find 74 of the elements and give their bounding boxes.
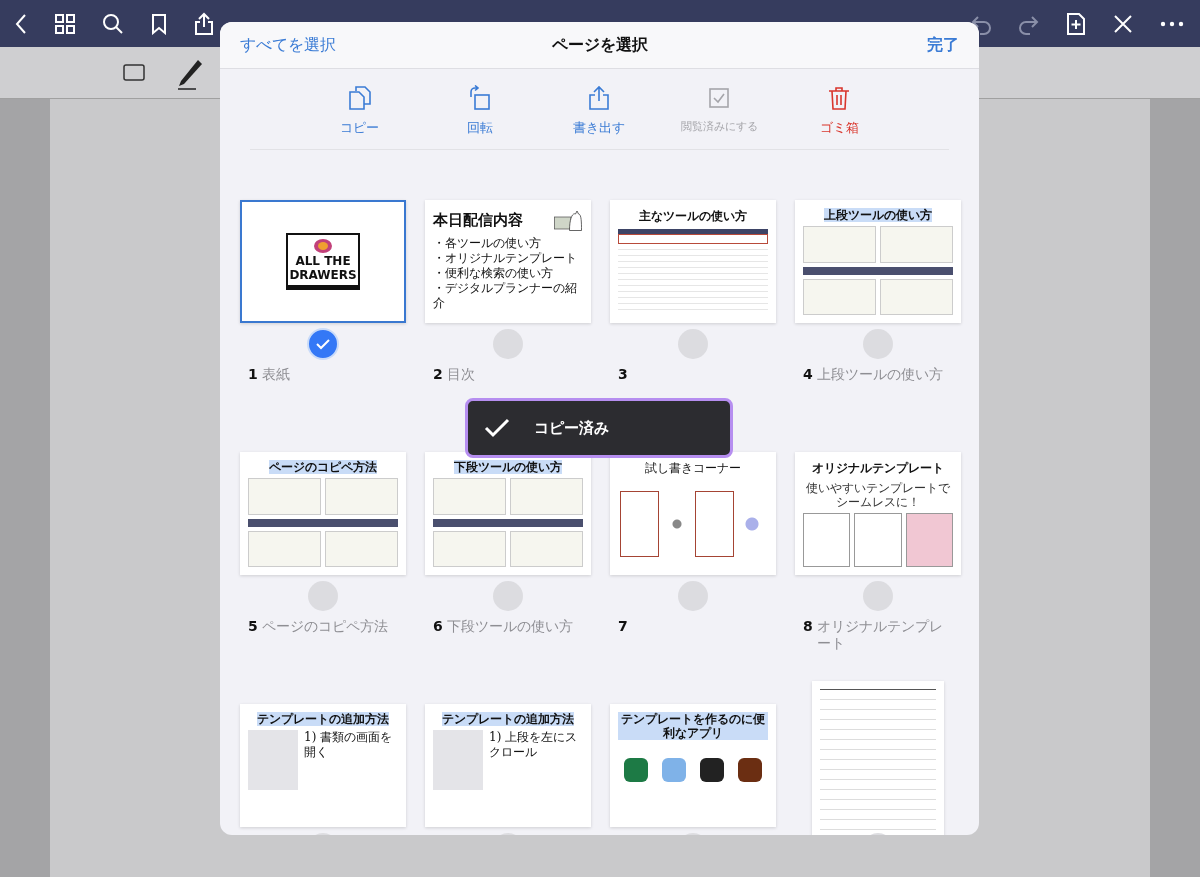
- page-number: 4: [803, 366, 813, 383]
- thumbnail-title: オリジナルテンプレート: [812, 460, 944, 477]
- page-number: 3: [618, 366, 628, 383]
- page-thumbnail[interactable]: ALL THE DRAWERS: [240, 200, 406, 323]
- thumbnail-title: 本日配信内容: [433, 210, 523, 230]
- sheet-title: ページを選択: [551, 34, 648, 56]
- page-thumbnail[interactable]: 下段ツールの使い方: [425, 452, 591, 575]
- page-label: 上段ツールの使い方: [816, 366, 944, 383]
- search-icon[interactable]: [102, 12, 124, 35]
- add-page-icon[interactable]: [1066, 11, 1086, 36]
- page-label: 下段ツールの使い方: [446, 618, 574, 635]
- app-icon: [700, 758, 724, 782]
- page-number: 8: [803, 618, 813, 635]
- screenshot-drawing: [248, 730, 298, 790]
- done-button[interactable]: 完了: [927, 34, 959, 56]
- close-icon[interactable]: [1112, 12, 1134, 35]
- app-icon: [662, 758, 686, 782]
- export-icon: [587, 85, 612, 111]
- page-number: 2: [433, 366, 443, 383]
- page-label: 目次: [446, 366, 476, 383]
- page-thumbnail[interactable]: 試し書きコーナー: [610, 452, 776, 575]
- page-thumbnail[interactable]: テンプレートの追加方法 1) 書類の画面を開く: [240, 704, 406, 827]
- trash-icon: [827, 85, 852, 111]
- thumbnail-title: 上段ツールの使い方: [824, 208, 932, 222]
- thumbnail-title: テンプレートの追加方法: [442, 712, 574, 726]
- page-thumbnail[interactable]: オリジナルテンプレート 使いやすいテンプレートでシームレスに！: [795, 452, 961, 575]
- back-icon[interactable]: [14, 12, 28, 35]
- app-icon: [738, 758, 762, 782]
- page-label: 表紙: [261, 366, 291, 383]
- selected-check-icon[interactable]: [307, 328, 339, 360]
- thumbnail-title: ページのコピペ方法: [269, 460, 377, 474]
- thumbnail-text: ・デジタルプランナーの紹介: [433, 281, 578, 311]
- page-thumbnail[interactable]: 主なツールの使い方: [610, 200, 776, 323]
- check-icon: [484, 418, 510, 438]
- page-label: オリジナルテンプレート: [816, 618, 944, 652]
- app-icon: [624, 758, 648, 782]
- bookmark-icon[interactable]: [150, 12, 168, 35]
- thumbnail-text: 1) 書類の画面を開く: [304, 730, 394, 761]
- thumbnail-text: 使いやすいテンプレートでシームレスに！: [805, 481, 951, 509]
- page-thumbnail[interactable]: ページのコピペ方法: [240, 452, 406, 575]
- trash-button[interactable]: ゴミ箱: [779, 85, 899, 137]
- select-all-button[interactable]: すべてを選択: [240, 34, 336, 56]
- thumbnail-text: ・各ツールの使い方: [433, 236, 542, 251]
- page-thumbnail[interactable]: テンプレートの追加方法 1) 上段を左にスクロール: [425, 704, 591, 827]
- page-thumbnail[interactable]: テンプレートを作るのに便利なアプリ: [610, 704, 776, 827]
- page-number: 1: [248, 366, 258, 383]
- thumbnail-title: 試し書きコーナー: [645, 460, 741, 477]
- copy-button[interactable]: コピー: [300, 85, 420, 137]
- page-label: ページのコピペ方法: [261, 618, 389, 635]
- page-thumbnail[interactable]: [812, 680, 944, 835]
- share-icon[interactable]: [194, 11, 214, 36]
- thumbnail-text: 1) 上段を左にスクロール: [489, 730, 579, 761]
- rotate-icon: [467, 85, 492, 111]
- page-thumbnail[interactable]: 上段ツールの使い方: [795, 200, 961, 323]
- export-button[interactable]: 書き出す: [539, 85, 660, 137]
- logo-drawing: ALL THE DRAWERS: [286, 233, 360, 290]
- page-number: 5: [248, 618, 258, 635]
- tablet-icon[interactable]: [122, 61, 148, 84]
- thumbnail-text: ・便利な検索の使い方: [433, 266, 554, 281]
- thumbnail-title: 主なツールの使い方: [639, 208, 747, 225]
- screenshot-drawing: [433, 730, 483, 790]
- rotate-button[interactable]: 回転: [419, 85, 540, 137]
- copy-icon: [347, 85, 372, 111]
- thumbnail-title: テンプレートの追加方法: [257, 712, 389, 726]
- page-number: 6: [433, 618, 443, 635]
- thumbnail-text: ・オリジナルテンプレート: [433, 251, 578, 266]
- page-thumbnail[interactable]: 本日配信内容 ・各ツールの使い方 ・オリジナルテンプレート ・便利な検索の使い方 ・デジタルプランナーの紹介: [425, 200, 591, 323]
- thumbnail-title: 下段ツールの使い方: [454, 460, 562, 474]
- grid-icon[interactable]: [54, 12, 76, 35]
- toast-text: コピー済み: [534, 418, 609, 438]
- checkbox-icon: [707, 85, 732, 111]
- thumbnail-title: テンプレートを作るのに便利なアプリ: [618, 712, 768, 740]
- page-number: 7: [618, 618, 628, 635]
- more-icon[interactable]: [1160, 20, 1184, 27]
